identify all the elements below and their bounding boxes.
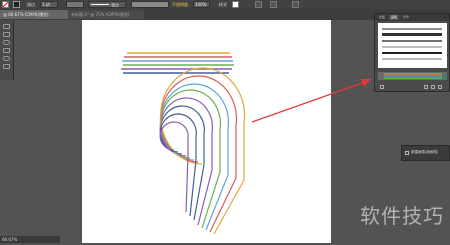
horizontal-stripes (121, 52, 234, 74)
panel-footer (378, 84, 447, 90)
type-tool-icon[interactable] (3, 48, 10, 53)
transform-button[interactable] (292, 1, 299, 8)
variable-width-dropdown[interactable] (66, 1, 84, 8)
tab-label: 未标题-1* @ 75% (CMYK/预览) (71, 12, 130, 17)
stroke-profile-dropdown[interactable]: 等比 (88, 1, 126, 8)
delete-brush-icon[interactable] (438, 85, 442, 89)
tab-label: @ 66.67% (CMYK/预览) (3, 12, 49, 17)
tab-brushes[interactable]: 画笔 (389, 15, 400, 20)
new-brush-icon[interactable] (431, 85, 435, 89)
tooltip-text: 新建画笔(新画笔) (411, 150, 439, 154)
brush-list[interactable] (378, 23, 447, 68)
opacity-label[interactable]: 不透明度 (172, 1, 188, 8)
style-label: 样式 (219, 2, 227, 7)
stroke-swatch[interactable] (13, 1, 20, 8)
watermark: 软件技巧 (360, 204, 444, 228)
multi-color-brush-preview (384, 73, 442, 79)
brush-library-icon[interactable] (380, 85, 384, 89)
direct-selection-tool-icon[interactable] (3, 32, 10, 37)
opacity-input[interactable]: 100% (193, 1, 210, 8)
ellipse-tool-icon[interactable] (3, 56, 10, 61)
no-fill-icon (2, 1, 9, 8)
panel-header: 色板 画笔 符号 (375, 14, 449, 21)
selection-tool-icon[interactable] (3, 24, 10, 29)
stroke-weight-dropdown[interactable]: 1 pt (40, 1, 58, 8)
status-bar: 66.67% (0, 236, 60, 243)
stroke-label: 描边 (27, 2, 35, 7)
toolbox (0, 20, 14, 80)
tab-swatches[interactable]: 色板 (377, 15, 387, 20)
align-button[interactable] (270, 1, 277, 8)
tab-symbols[interactable]: 符号 (401, 15, 411, 20)
selected-brush[interactable] (378, 72, 447, 80)
new-brush-tooltip: 新建画笔(新画笔) (401, 145, 450, 161)
stroke-line-icon (91, 4, 109, 5)
artboard[interactable] (82, 20, 331, 243)
nine-shape (159, 67, 246, 235)
tab-document-1[interactable]: @ 66.67% (CMYK/预览) (0, 10, 72, 19)
charcoal-brush[interactable] (382, 33, 442, 36)
style-swatch[interactable] (232, 1, 239, 8)
recolor-button[interactable] (255, 1, 262, 8)
brush-tool-icon[interactable] (3, 64, 10, 69)
fill-swatch[interactable] (2, 1, 9, 8)
tab-document-2[interactable]: 未标题-1* @ 75% (CMYK/预览) (68, 10, 144, 19)
brush-strokes (382, 28, 442, 60)
brush-definition-dropdown[interactable] (131, 1, 169, 8)
new-brush-icon (405, 151, 409, 155)
red-arrow (251, 79, 371, 123)
stroke-profile-label: 等比 (111, 3, 120, 8)
brush-options-icon[interactable] (424, 85, 428, 89)
pen-tool-icon[interactable] (3, 40, 10, 45)
artwork (121, 52, 246, 235)
zoom-level[interactable]: 66.67% (2, 237, 17, 242)
brushes-panel: 色板 画笔 符号 (374, 13, 450, 92)
